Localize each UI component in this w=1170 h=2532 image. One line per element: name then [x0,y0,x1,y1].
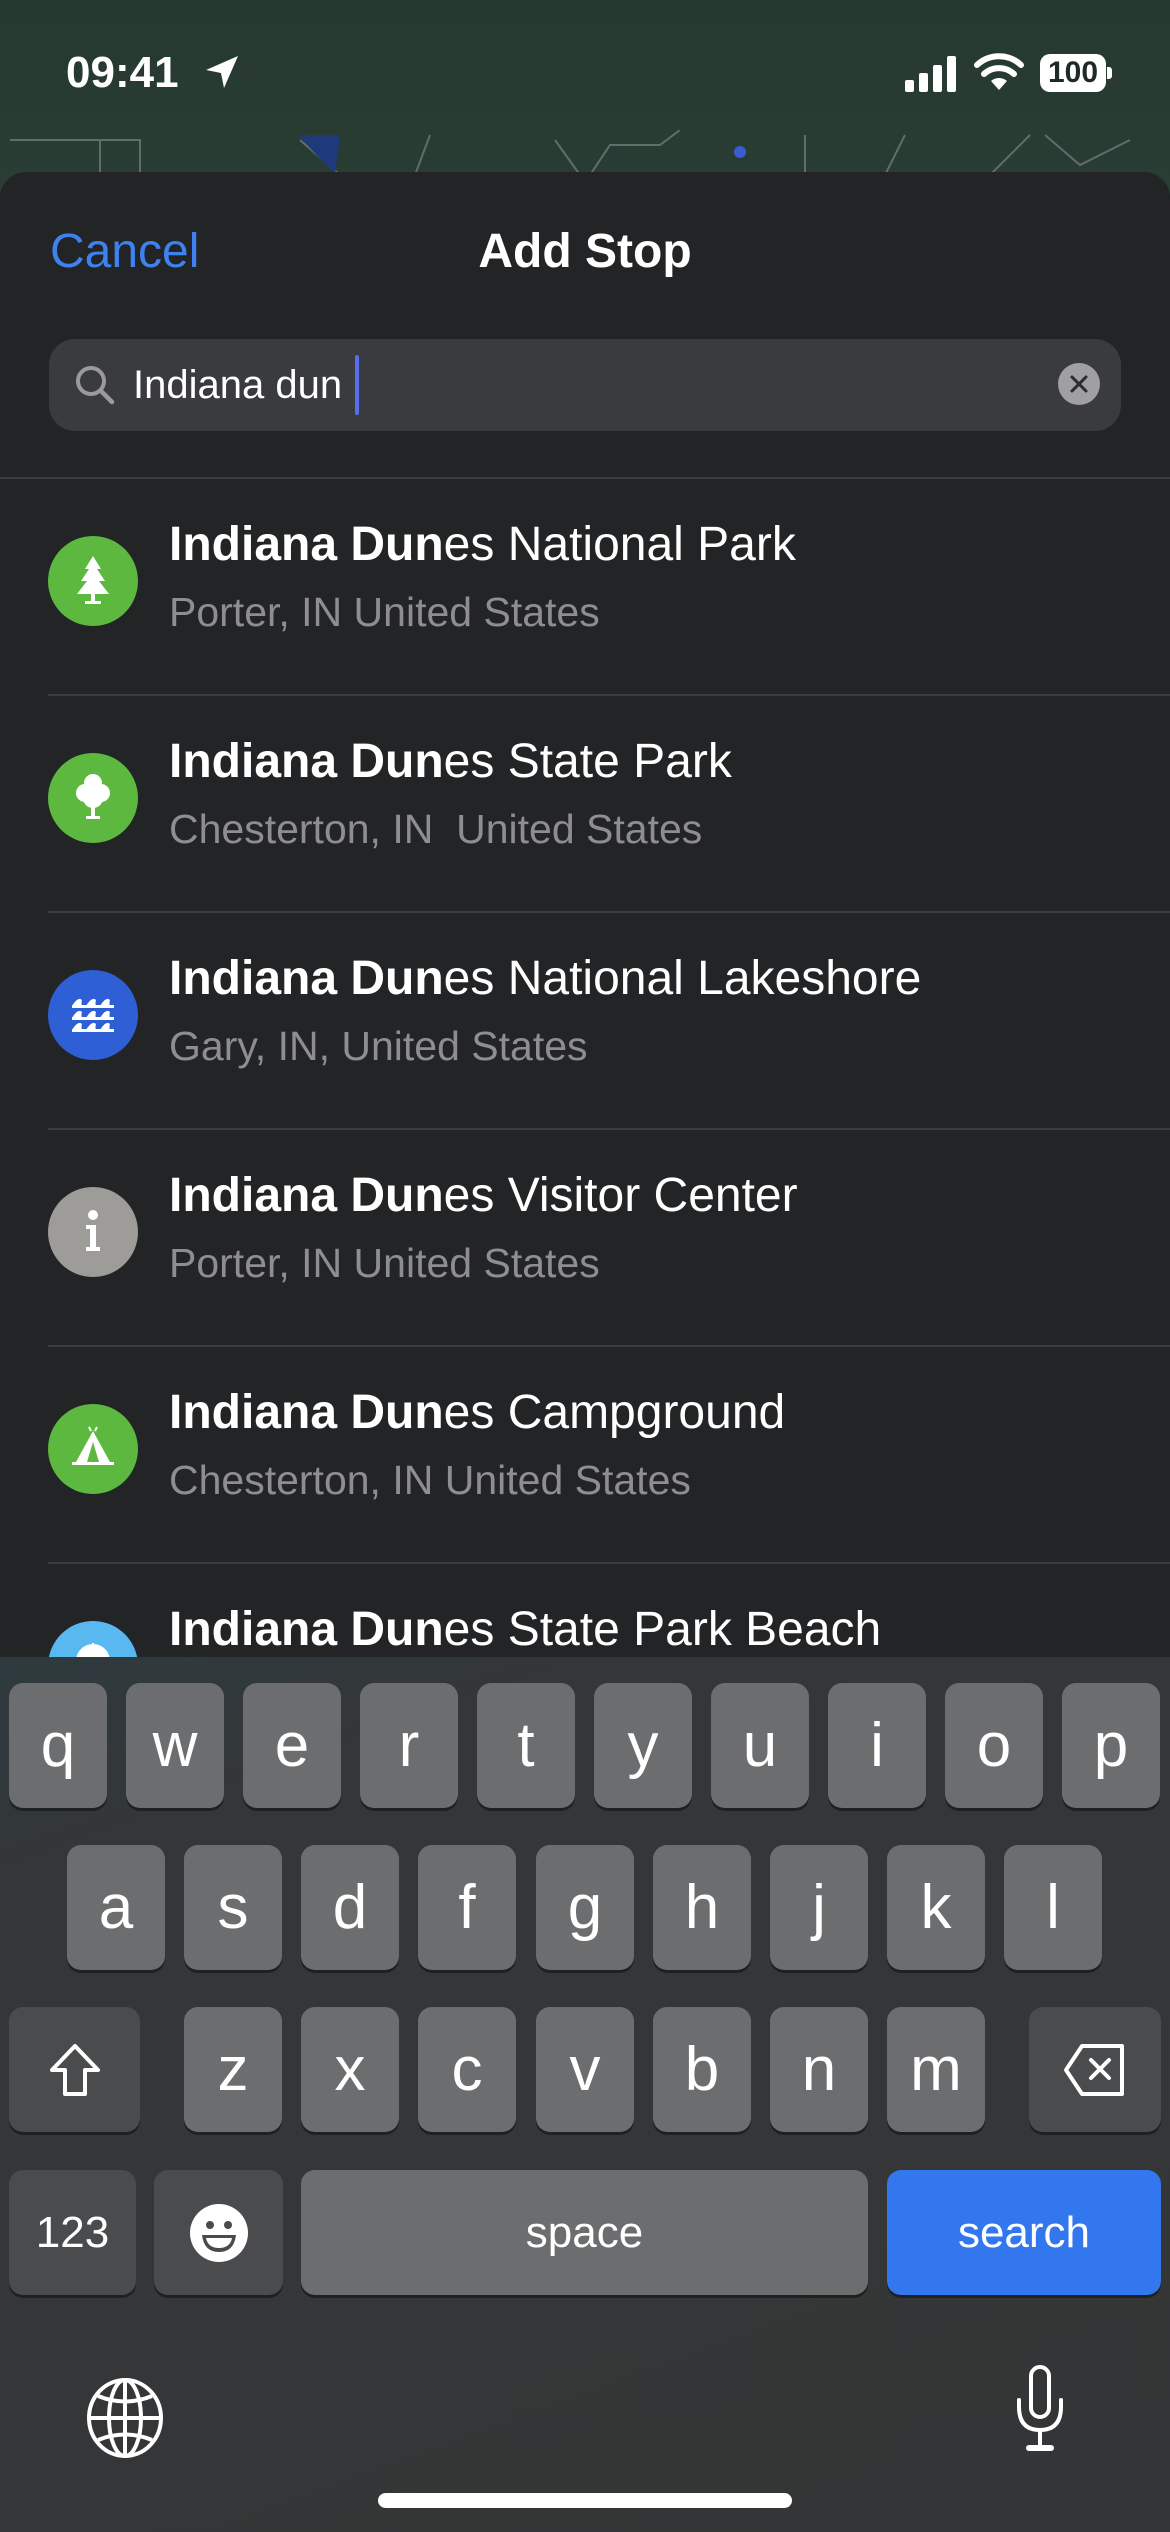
shift-arrow-icon [49,2043,100,2096]
result-title: Indiana Dunes State Park Beach [169,1602,881,1657]
key-k[interactable]: k [887,1845,985,1970]
sheet-header: Cancel Add Stop [0,172,1170,322]
result-title-rest: es National Lakeshore [443,952,922,1005]
status-bar: 09:41 100 [0,0,1170,150]
key-r[interactable]: r [360,1683,458,1808]
battery-indicator: 100 [1040,54,1112,92]
result-subtitle: Chesterton, IN United States [169,1457,691,1503]
result-title-match: Indiana Dun [169,1386,444,1439]
key-u[interactable]: u [711,1683,809,1808]
globe-icon [87,2378,163,2458]
battery-level: 100 [1040,54,1106,92]
backspace-key[interactable] [1029,2007,1161,2132]
deciduous-tree-icon [76,774,110,819]
result-title-rest: es State Park [443,735,732,788]
result-icon-badge [48,970,138,1060]
result-subtitle: Porter, IN United States [169,1240,600,1286]
emoji-face-icon [189,2203,248,2262]
result-subtitle: Gary, IN, United States [169,1023,588,1069]
result-title-match: Indiana Dun [169,518,444,571]
key-f[interactable]: f [418,1845,516,1970]
result-icon-badge [48,1404,138,1494]
key-c[interactable]: c [418,2007,516,2132]
tree-icon [77,556,109,604]
battery-cap [1107,67,1112,79]
result-row-lakeshore[interactable]: Indiana Dunes National Lakeshore Gary, I… [0,913,1170,1130]
result-title-match: Indiana Dun [169,735,444,788]
result-icon-badge [48,536,138,626]
result-subtitle: Chesterton, IN United States [169,806,703,852]
result-title-match: Indiana Dun [169,1603,444,1656]
key-q[interactable]: q [9,1683,107,1808]
result-title: Indiana Dunes National Park [169,517,796,572]
result-title-rest: es State Park Beach [443,1603,882,1656]
result-row-state-park[interactable]: Indiana Dunes State Park Chesterton, IN … [0,696,1170,913]
key-p[interactable]: p [1062,1683,1160,1808]
key-i[interactable]: i [828,1683,926,1808]
search-icon [76,366,115,405]
info-icon [86,1210,100,1251]
key-a[interactable]: a [67,1845,165,1970]
space-key[interactable]: space [301,2170,868,2295]
result-row-national-park[interactable]: Indiana Dunes National Park Porter, IN U… [0,479,1170,696]
status-time: 09:41 [66,48,179,97]
key-h[interactable]: h [653,1845,751,1970]
result-title: Indiana Dunes Visitor Center [169,1168,798,1223]
search-input[interactable] [133,339,1033,431]
delete-backward-icon [1064,2043,1124,2096]
result-title-rest: es Campground [443,1386,786,1439]
result-icon-badge [48,753,138,843]
search-field[interactable] [49,339,1121,431]
result-title-rest: es Visitor Center [443,1169,798,1222]
key-b[interactable]: b [653,2007,751,2132]
numbers-key[interactable]: 123 [9,2170,136,2295]
result-title-match: Indiana Dun [169,1169,444,1222]
result-row-campground[interactable]: Indiana Dunes Campground Chesterton, IN … [0,1347,1170,1564]
microphone-icon [1017,2365,1063,2451]
result-title-rest: es National Park [443,518,796,571]
text-caret [355,355,359,415]
key-z[interactable]: z [184,2007,282,2132]
shift-key[interactable] [9,2007,140,2132]
key-x[interactable]: x [301,2007,399,2132]
key-v[interactable]: v [536,2007,634,2132]
dictation-button[interactable] [985,2355,1095,2465]
key-t[interactable]: t [477,1683,575,1808]
globe-keyboard-switch-button[interactable] [70,2363,180,2473]
key-e[interactable]: e [243,1683,341,1808]
result-icon-badge [48,1187,138,1277]
key-y[interactable]: y [594,1683,692,1808]
key-w[interactable]: w [126,1683,224,1808]
wifi-icon [974,53,1024,90]
key-o[interactable]: o [945,1683,1043,1808]
key-d[interactable]: d [301,1845,399,1970]
location-arrow-icon [206,56,238,88]
search-key[interactable]: search [887,2170,1161,2295]
result-row-visitor-center[interactable]: Indiana Dunes Visitor Center Porter, IN … [0,1130,1170,1347]
tent-icon [72,1426,114,1465]
result-title: Indiana Dunes State Park [169,734,732,789]
search-results-list: Indiana Dunes National Park Porter, IN U… [0,479,1170,1781]
result-title: Indiana Dunes National Lakeshore [169,951,921,1006]
key-s[interactable]: s [184,1845,282,1970]
key-l[interactable]: l [1004,1845,1102,1970]
key-n[interactable]: n [770,2007,868,2132]
result-title-match: Indiana Dun [169,952,444,1005]
key-g[interactable]: g [536,1845,634,1970]
close-icon [1070,375,1088,393]
result-title: Indiana Dunes Campground [169,1385,785,1440]
water-waves-icon [72,998,114,1032]
emoji-key[interactable] [154,2170,283,2295]
home-indicator[interactable] [378,2493,792,2508]
sheet-title: Add Stop [478,225,692,278]
clear-search-button[interactable] [1058,363,1100,405]
result-subtitle: Porter, IN United States [169,589,600,635]
key-m[interactable]: m [887,2007,985,2132]
cellular-signal-icon [905,56,956,92]
key-j[interactable]: j [770,1845,868,1970]
